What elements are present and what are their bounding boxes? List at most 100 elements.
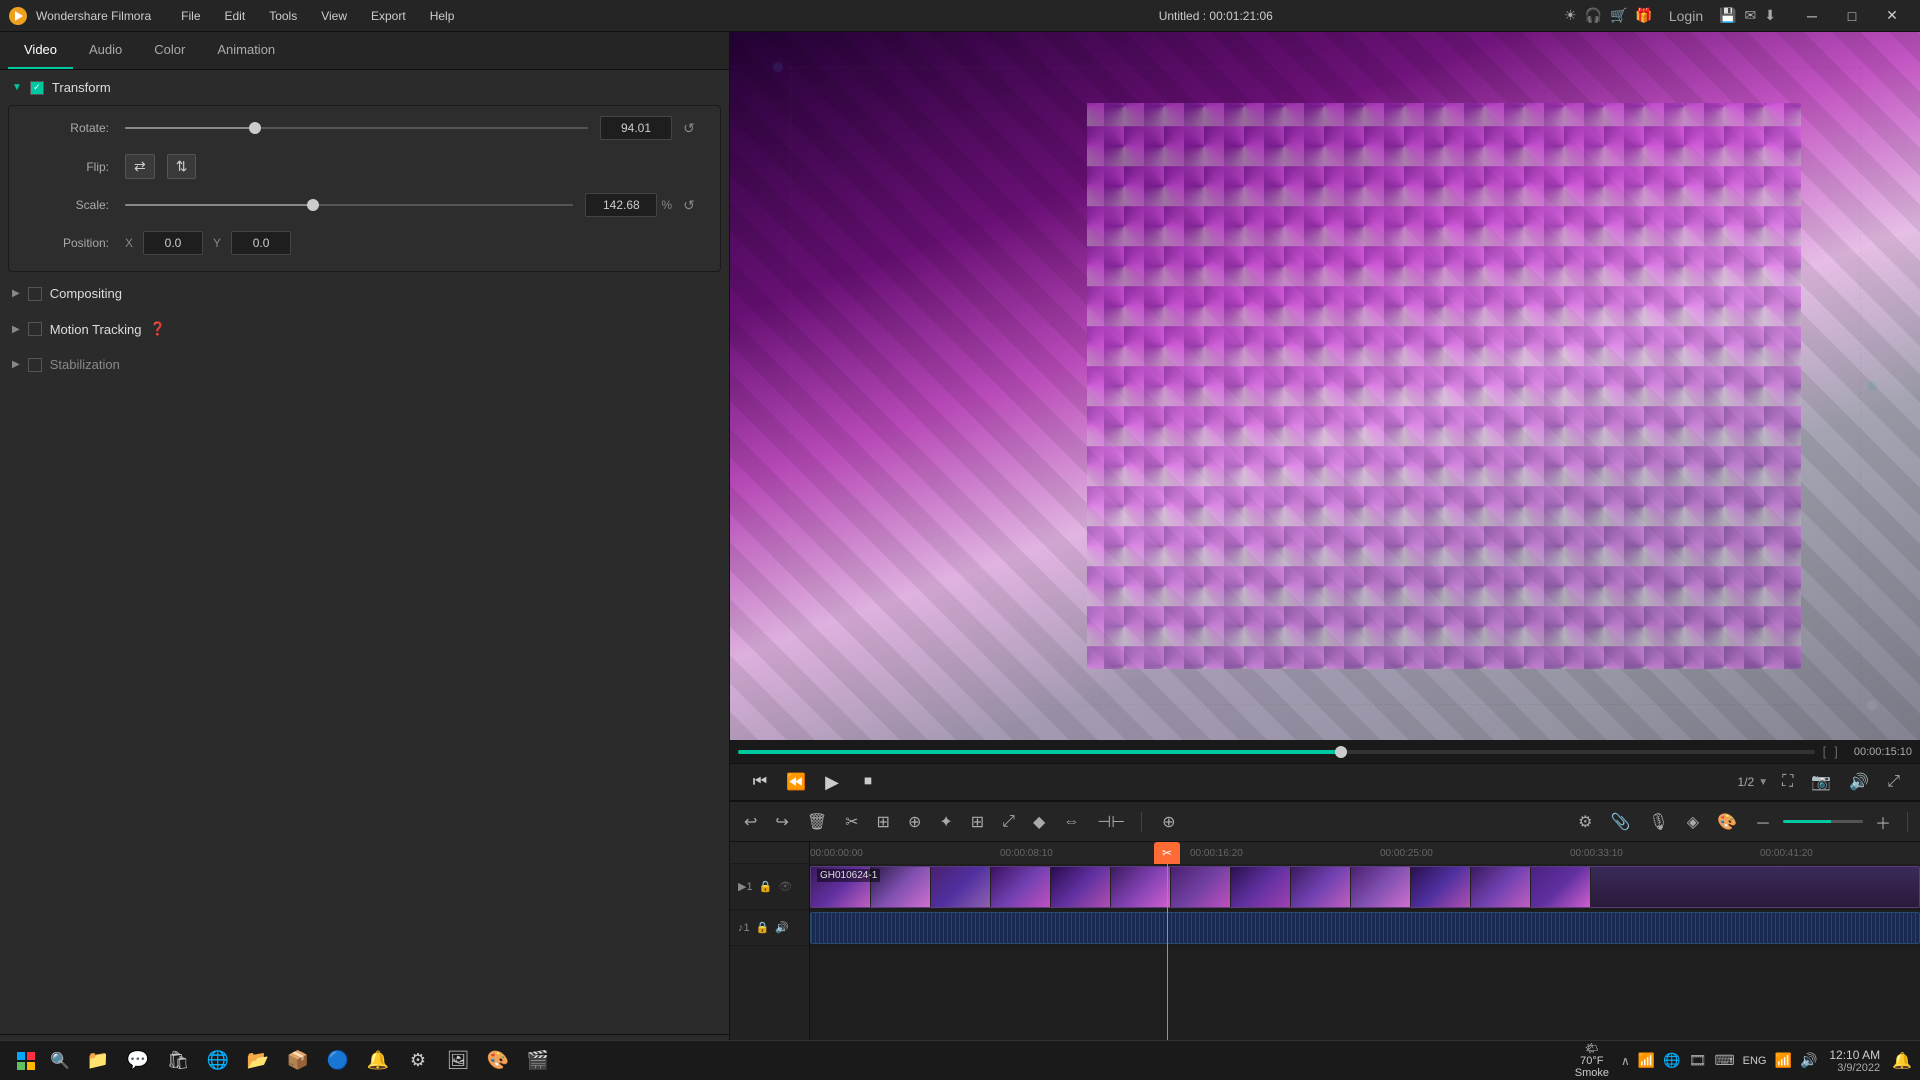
menu-help[interactable]: Help	[420, 5, 465, 27]
menu-export[interactable]: Export	[361, 5, 416, 27]
tab-animation[interactable]: Animation	[201, 32, 291, 69]
stabilization-header[interactable]: ▶ Stabilization	[0, 347, 729, 382]
wifi-icon[interactable]: 📶	[1775, 1052, 1792, 1069]
trim-button[interactable]: ⊣⊢	[1091, 808, 1131, 836]
flip-vertical-button[interactable]: ⇅	[167, 154, 197, 179]
taskbar-dropbox-app[interactable]: 📦	[280, 1043, 316, 1079]
rotate-slider-track[interactable]	[125, 127, 588, 129]
mic-icon[interactable]: 🎙	[1642, 808, 1674, 836]
effects-icon[interactable]: ◈	[1681, 808, 1705, 836]
scale-slider-track[interactable]	[125, 204, 573, 206]
scale-reset-button[interactable]: ↺	[678, 194, 700, 216]
add-track-left-button[interactable]: ⊕	[1156, 808, 1181, 836]
bracket-right-icon[interactable]: ]	[1834, 744, 1838, 759]
more-options-button[interactable]: ⤢	[1883, 769, 1904, 795]
download-icon[interactable]: ⬇	[1764, 7, 1776, 24]
menu-file[interactable]: File	[171, 5, 210, 27]
clip-icon[interactable]: 📎	[1605, 808, 1637, 836]
scale-value-input[interactable]: 142.68	[585, 193, 657, 217]
transform-header[interactable]: ▼ ✓ Transform	[0, 70, 729, 105]
group-button[interactable]: ⊞	[965, 808, 990, 836]
taskbar-files-app[interactable]: 📁	[80, 1043, 116, 1079]
login-button[interactable]: Login	[1661, 6, 1711, 26]
headphones-icon[interactable]: 🎧	[1585, 7, 1602, 24]
align-button[interactable]: ⇔	[1057, 809, 1085, 835]
save-cloud-icon[interactable]: 💾	[1719, 7, 1736, 24]
play-button[interactable]: ▶	[818, 768, 846, 796]
delete-button[interactable]: 🗑	[801, 808, 833, 836]
audio-clip[interactable]	[810, 912, 1920, 944]
video-track-eye-icon[interactable]: 👁	[778, 880, 792, 893]
audio-track-lock-icon[interactable]: 🔒	[756, 921, 770, 934]
sun-icon[interactable]: ☀	[1564, 7, 1577, 24]
start-button[interactable]	[8, 1047, 44, 1075]
taskbar-photos-app[interactable]: 🖼	[440, 1043, 476, 1079]
compositing-checkbox[interactable]	[28, 287, 42, 301]
video-clip[interactable]: GH010624-1	[810, 866, 1920, 908]
tab-video[interactable]: Video	[8, 32, 73, 69]
taskbar-settings-app[interactable]: ⚙	[400, 1043, 436, 1079]
mail-icon[interactable]: ✉	[1745, 7, 1757, 24]
taskbar-paint-app[interactable]: 🎨	[480, 1043, 516, 1079]
menu-tools[interactable]: Tools	[259, 5, 307, 27]
zoom-in-button[interactable]: ＋	[1869, 806, 1897, 838]
show-hidden-icon[interactable]: ∧	[1621, 1054, 1630, 1068]
gift-icon[interactable]: 🎁	[1635, 7, 1652, 24]
compositing-header[interactable]: ▶ Compositing	[0, 276, 729, 311]
crop-button[interactable]: ⊞	[871, 808, 896, 836]
filmora-tray-icon[interactable]: 🎞	[1689, 1052, 1707, 1069]
step-back-button[interactable]: ⏪	[782, 768, 810, 796]
maximize-button[interactable]: □	[1832, 0, 1872, 32]
snapshot-button[interactable]: 📷	[1807, 768, 1835, 796]
close-button[interactable]: ✕	[1872, 0, 1912, 32]
motion-tracking-help-icon[interactable]: ❓	[149, 321, 165, 337]
position-y-input[interactable]: 0.0	[231, 231, 291, 255]
motion-button[interactable]: ✦	[933, 808, 958, 836]
taskbar-filmora-app[interactable]: 🎬	[520, 1043, 556, 1079]
color-icon[interactable]: 🎨	[1711, 808, 1743, 836]
motion-tracking-header[interactable]: ▶ Motion Tracking ❓	[0, 311, 729, 347]
position-x-input[interactable]: 0.0	[143, 231, 203, 255]
progress-thumb[interactable]	[1335, 746, 1347, 758]
menu-edit[interactable]: Edit	[215, 5, 256, 27]
rotate-slider-thumb[interactable]	[249, 122, 261, 134]
notification-center-icon[interactable]: 🔔	[1892, 1051, 1912, 1071]
rotate-value-input[interactable]: 94.01	[600, 116, 672, 140]
redo-button[interactable]: ↪	[769, 808, 794, 836]
fullscreen-button[interactable]: ⛶	[1778, 769, 1797, 795]
search-button[interactable]: 🔍	[44, 1047, 76, 1075]
network-icon[interactable]: 🌐	[1663, 1052, 1680, 1069]
flip-horizontal-button[interactable]: ⇄	[125, 154, 155, 179]
taskbar-chat-app[interactable]: 💬	[120, 1043, 156, 1079]
taskbar-datetime[interactable]: 12:10 AM 3/9/2022	[1829, 1048, 1880, 1074]
stop-button[interactable]: ⏹	[854, 768, 882, 796]
keyboard-icon[interactable]: ⌨	[1714, 1052, 1734, 1069]
minimize-button[interactable]: ─	[1792, 0, 1832, 32]
cut-button[interactable]: ✂	[839, 808, 864, 836]
tab-audio[interactable]: Audio	[73, 32, 138, 69]
menu-view[interactable]: View	[311, 5, 357, 27]
zoom-out-button[interactable]: －	[1749, 806, 1777, 838]
taskbar-edge-app[interactable]: 🌐	[200, 1043, 236, 1079]
speed-selector[interactable]: 1/2 ▼	[1738, 775, 1769, 789]
taskbar-store-app[interactable]: 🛍	[160, 1043, 196, 1079]
taskbar-chrome-app[interactable]: 🔵	[320, 1043, 356, 1079]
volume-button[interactable]: 🔊	[1845, 768, 1873, 796]
transform-checkbox[interactable]: ✓	[30, 81, 44, 95]
scale-slider-thumb[interactable]	[307, 199, 319, 211]
zoom-slider[interactable]	[1783, 820, 1863, 823]
shopping-icon[interactable]: 🛒	[1610, 7, 1627, 24]
taskbar-notification-app[interactable]: 🔔	[360, 1043, 396, 1079]
fit-button[interactable]: ⤢	[996, 809, 1021, 835]
motion-tracking-checkbox[interactable]	[28, 322, 42, 336]
settings-icon[interactable]: ⚙	[1572, 808, 1598, 836]
video-track-lock-icon[interactable]: 🔒	[759, 880, 773, 893]
undo-button[interactable]: ↩	[738, 808, 763, 836]
stabilization-checkbox[interactable]	[28, 358, 42, 372]
bracket-left-icon[interactable]: [	[1823, 744, 1827, 759]
volume-icon[interactable]: 🔊	[1800, 1052, 1817, 1069]
tab-color[interactable]: Color	[138, 32, 201, 69]
audio-track-volume-icon[interactable]: 🔊	[775, 921, 789, 934]
progress-track[interactable]	[738, 750, 1815, 754]
playhead-scrubber[interactable]: ✂	[1154, 842, 1180, 864]
